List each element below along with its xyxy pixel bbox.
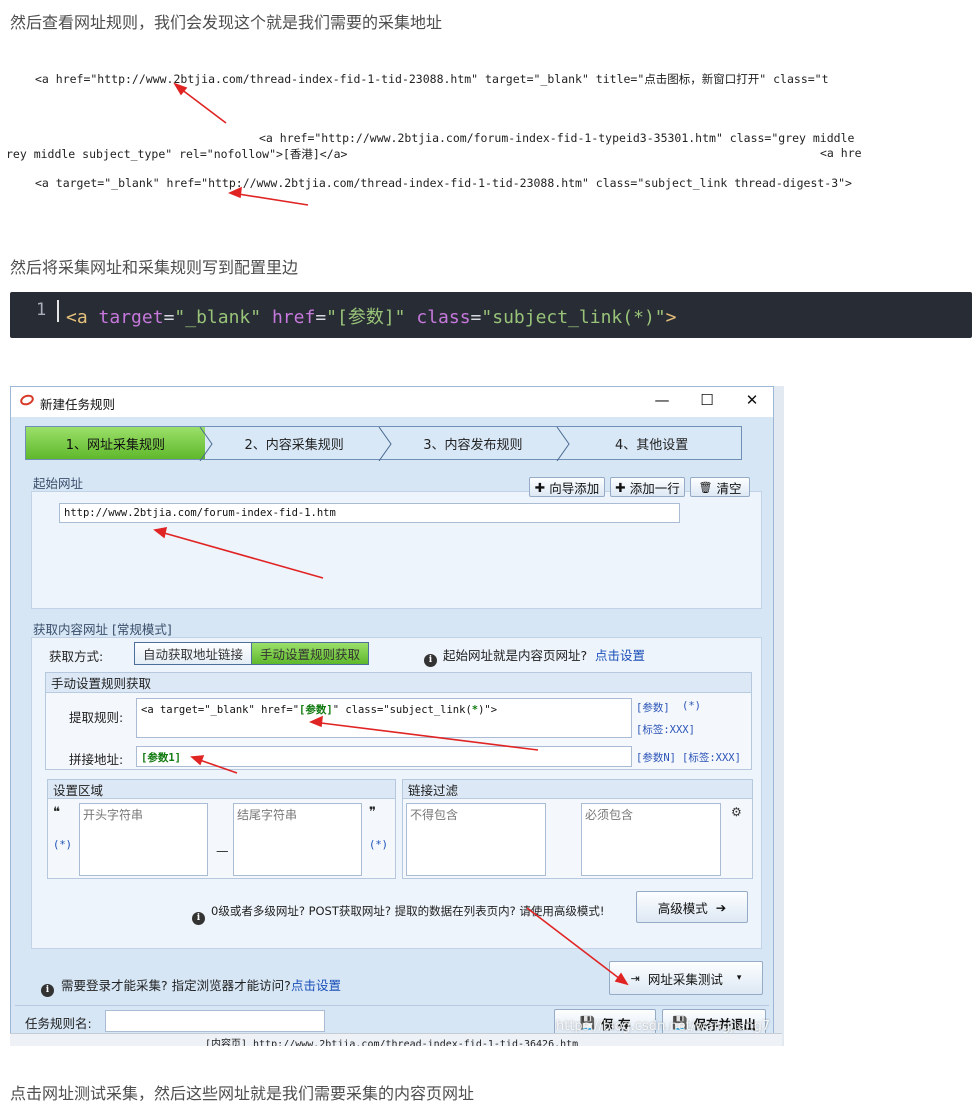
arrow-1 <box>173 82 227 124</box>
annotation-layer <box>153 82 629 986</box>
arrow-2 <box>227 186 309 206</box>
arrow-5 <box>190 755 238 774</box>
arrow-4 <box>308 715 539 751</box>
arrow-3 <box>153 526 324 579</box>
arrow-6 <box>526 907 629 986</box>
